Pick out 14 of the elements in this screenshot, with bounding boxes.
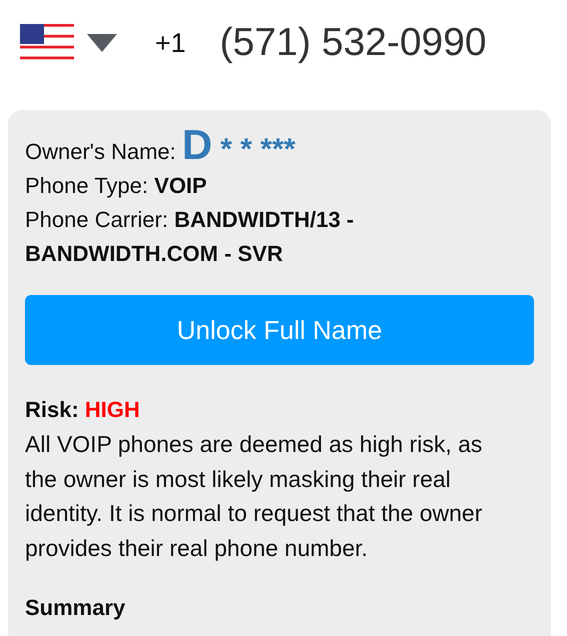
risk-description: All VOIP phones are deemed as high risk, as the owner is most likely masking their real identity. It is normal to request that the owner provides their real phone number.: [25, 430, 484, 563]
caret-icon[interactable]: [87, 34, 117, 52]
risk-label: Risk:: [25, 397, 79, 422]
country-code: +1: [155, 26, 186, 60]
detail-line: Phone Type: VOIP: [25, 172, 208, 200]
phone-number: (571) 532-0990: [220, 20, 486, 66]
risk-value: HIGH: [84, 397, 140, 422]
field-label: Owner's Name:: [25, 139, 176, 164]
unlock-button[interactable]: Unlock Full Name: [25, 295, 534, 365]
summary-heading: Summary: [25, 594, 126, 622]
name-mask: * * ***: [220, 133, 296, 166]
flag-icon[interactable]: [20, 24, 74, 62]
detail-line: Phone Carrier: BANDWIDTH/13 - BANDWIDTH.COM - SVR: [25, 206, 355, 268]
name-initial: D: [182, 121, 212, 168]
